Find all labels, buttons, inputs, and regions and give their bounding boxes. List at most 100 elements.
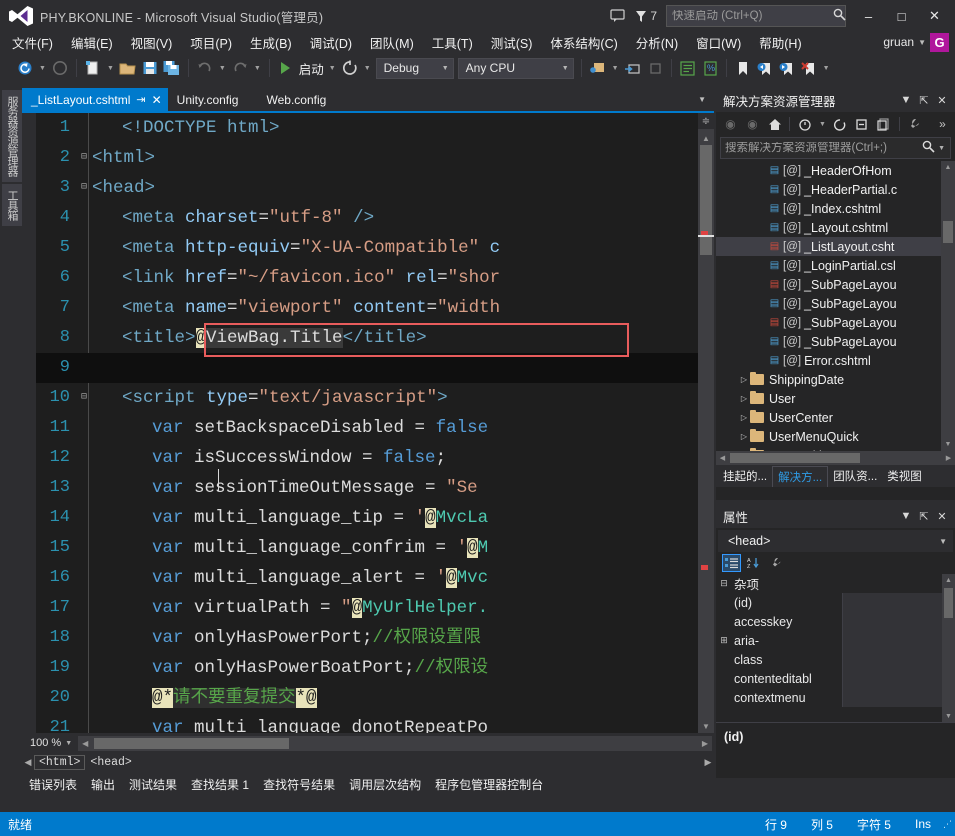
save-all-icon[interactable] (161, 57, 183, 79)
properties-object-combo[interactable]: <head> ▼ (718, 530, 953, 552)
solution-platform-combo[interactable]: Any CPU ▼ (457, 57, 574, 79)
quick-launch-box[interactable] (666, 5, 846, 27)
bookmarks-caret-icon[interactable]: ▼ (820, 65, 833, 72)
next-bookmark-icon[interactable] (776, 57, 798, 79)
code-line[interactable]: 9 (36, 353, 714, 383)
close-icon[interactable]: ✕ (152, 93, 162, 107)
solution-tree-item[interactable]: ▤ [@] _HeaderOfHom (716, 161, 955, 180)
tab-package-manager-console[interactable]: 程序包管理器控制台 (428, 774, 550, 795)
properties-grid[interactable]: ⊟ 杂项 (id) accesskey ⊞ aria-class contentedit… (716, 574, 955, 722)
scrollbar-thumb[interactable] (700, 145, 712, 255)
breadcrumb-item-head[interactable]: <head> (90, 756, 131, 769)
solution-tree-vertical-scrollbar[interactable]: ▲ ▼ (941, 161, 955, 451)
attach-caret-icon[interactable]: ▼ (609, 65, 622, 72)
code-line[interactable]: 14 var multi_language_tip = '@MvcLa (36, 503, 714, 533)
property-value[interactable] (842, 593, 955, 612)
toolbar-overflow-icon[interactable]: » (934, 114, 955, 134)
solution-explorer-search-box[interactable]: ▼ (720, 137, 951, 159)
editor-tab-webconfig[interactable]: Web.config (244, 88, 332, 111)
filter-caret-icon[interactable]: ▼ (816, 121, 829, 128)
show-all-files-icon[interactable] (874, 114, 895, 134)
property-pages-wrench-icon[interactable] (766, 554, 785, 572)
code-editor-surface[interactable]: 1 <!DOCTYPE html> 2 ⊟ <html> 3 ⊟ <head> 4 <meta c… (22, 113, 714, 733)
close-button[interactable]: ✕ (918, 3, 951, 29)
scroll-left-arrow-icon[interactable]: ◀ (716, 454, 729, 462)
scroll-up-arrow-icon[interactable]: ▲ (698, 131, 714, 145)
restart-icon[interactable] (339, 57, 361, 79)
new-project-caret-icon[interactable]: ▼ (104, 65, 117, 72)
solution-tree-item[interactable]: ▤ [@] _SubPageLayou (716, 313, 955, 332)
solution-tree-item[interactable]: ▤ [@] _LoginPartial.csl (716, 256, 955, 275)
feedback-icon[interactable] (602, 1, 632, 31)
comment-selection-icon[interactable]: % (699, 57, 721, 79)
tab-error-list[interactable]: 错误列表 (22, 774, 84, 795)
properties-vertical-scrollbar[interactable]: ▲ ▼ (942, 574, 955, 722)
property-row[interactable]: contextmenu (716, 688, 955, 707)
menu-item-debug[interactable]: 调试(D) (301, 30, 361, 55)
scrollbar-thumb[interactable] (944, 588, 953, 618)
navigate-backward-icon[interactable] (14, 57, 36, 79)
solution-tree-horizontal-scrollbar[interactable]: ◀ ▶ (716, 451, 955, 465)
zoom-level[interactable]: 100 % (22, 737, 65, 749)
restart-caret-icon[interactable]: ▼ (361, 65, 374, 72)
solution-tree-item[interactable]: ▤ [@] _HeaderPartial.c (716, 180, 955, 199)
code-line[interactable]: 18 var onlyHasPowerPort;//权限设置限 (36, 623, 714, 653)
properties-wrench-icon[interactable] (904, 114, 925, 134)
expand-icon[interactable]: ⊞ (716, 635, 732, 646)
menu-item-architecture[interactable]: 体系结构(C) (541, 30, 626, 55)
menu-item-test[interactable]: 测试(S) (482, 30, 542, 55)
collapse-all-icon[interactable] (852, 114, 873, 134)
start-debug-icon[interactable] (275, 57, 297, 79)
tab-call-hierarchy[interactable]: 调用层次结构 (342, 774, 428, 795)
close-icon[interactable]: ✕ (934, 91, 950, 109)
code-line[interactable]: 10 ⊟ <script type="text/javascript"> (36, 383, 714, 413)
pin-icon[interactable]: ⇱ (916, 91, 932, 109)
code-line[interactable]: 19 var onlyHasPowerBoatPort;//权限设 (36, 653, 714, 683)
menu-item-window[interactable]: 窗口(W) (687, 30, 750, 55)
solution-tree-item[interactable]: ▤ [@] _ListLayout.csht (716, 237, 955, 256)
code-line[interactable]: 17 var virtualPath = "@MyUrlHelper. (36, 593, 714, 623)
avatar[interactable]: G (930, 32, 949, 52)
clear-bookmarks-icon[interactable] (798, 57, 820, 79)
solution-tree-item[interactable]: ▤ [@] _Index.cshtml (716, 199, 955, 218)
scroll-down-arrow-icon[interactable]: ▼ (698, 719, 714, 733)
property-value[interactable] (842, 631, 955, 650)
menu-item-build[interactable]: 生成(B) (241, 30, 301, 55)
scroll-right-arrow-icon[interactable]: ▶ (942, 454, 955, 462)
previous-bookmark-icon[interactable] (754, 57, 776, 79)
close-icon[interactable]: ✕ (934, 507, 950, 525)
tab-overflow-chevron-icon[interactable]: ▼ (690, 88, 714, 111)
code-line[interactable]: 15 var multi_language_confrim = '@M (36, 533, 714, 563)
search-options-caret-icon[interactable]: ▼ (937, 145, 950, 152)
scroll-up-arrow-icon[interactable]: ▲ (942, 574, 955, 586)
solution-tree-item[interactable]: ▷ ShippingDate (716, 370, 955, 389)
menu-item-edit[interactable]: 编辑(E) (62, 30, 122, 55)
pane-menu-chevron-icon[interactable]: ▼ (898, 91, 914, 109)
tab-pending-changes[interactable]: 挂起的... (718, 466, 772, 486)
code-line[interactable]: 5 <meta http-equiv="X-UA-Compatible" c (36, 233, 714, 263)
open-file-icon[interactable] (117, 57, 139, 79)
code-line[interactable]: 20 @*请不要重复提交*@ (36, 683, 714, 713)
code-line[interactable]: 13 var sessionTimeOutMessage = "Se (36, 473, 714, 503)
expander-chevron-icon[interactable]: ▷ (738, 375, 750, 384)
property-row[interactable]: ⊞ aria- (716, 631, 955, 650)
scroll-right-arrow-icon[interactable]: ▶ (698, 736, 712, 751)
property-value[interactable] (842, 612, 955, 631)
pane-menu-chevron-icon[interactable]: ▼ (898, 507, 914, 525)
toggle-bookmark-icon[interactable] (732, 57, 754, 79)
code-text-area[interactable]: 1 <!DOCTYPE html> 2 ⊟ <html> 3 ⊟ <head> 4 <meta c… (36, 113, 714, 733)
sidebar-tab-toolbox[interactable]: 工具箱 (2, 184, 22, 226)
property-row[interactable]: accesskey (716, 612, 955, 631)
solution-search-input[interactable] (721, 142, 921, 154)
menu-item-view[interactable]: 视图(V) (122, 30, 182, 55)
quick-launch-input[interactable] (667, 10, 831, 22)
new-project-icon[interactable] (82, 57, 104, 79)
expander-chevron-icon[interactable]: ▷ (738, 432, 750, 441)
format-document-icon[interactable] (677, 57, 699, 79)
editor-horizontal-scrollbar[interactable]: ◀ ▶ (78, 735, 712, 751)
horizontal-scrollbar-thumb[interactable] (94, 737, 290, 749)
maximize-button[interactable]: □ (885, 3, 918, 29)
attach-to-process-icon[interactable] (587, 57, 609, 79)
tab-solution-explorer[interactable]: 解决方... (772, 465, 829, 487)
scroll-down-arrow-icon[interactable]: ▼ (941, 438, 955, 451)
